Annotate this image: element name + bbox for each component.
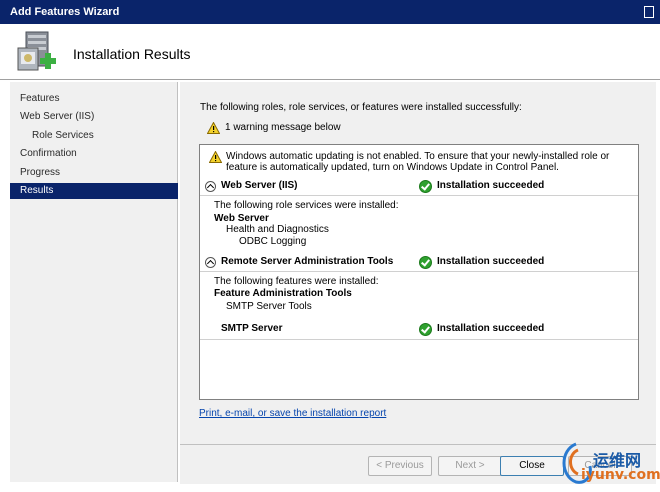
section-header-rsat[interactable]: Remote Server Administration Tools Insta… [202,255,636,271]
nav-item-features[interactable]: Features [10,91,178,107]
nav-item-results[interactable]: Results [10,183,178,199]
detail-line: Feature Administration Tools [214,288,352,299]
nav-item-confirmation[interactable]: Confirmation [10,146,178,162]
window-title: Add Features Wizard [10,6,120,18]
intro-text: The following roles, role services, or f… [200,102,522,113]
page-title: Installation Results [73,46,191,62]
results-panel: The following roles, role services, or f… [180,82,656,484]
detail-line: SMTP Server Tools [226,301,312,312]
section-title: Remote Server Administration Tools [221,256,394,267]
success-check-icon [419,323,432,336]
installation-report-link[interactable]: Print, e-mail, or save the installation … [199,408,386,419]
close-button[interactable]: Close [500,456,564,476]
detail-line: Web Server [214,213,269,224]
detail-line: ODBC Logging [239,236,307,247]
section-status: Installation succeeded [437,256,545,267]
server-add-icon [17,31,56,71]
detail-line: Health and Diagnostics [226,224,329,235]
section-body-rsat: The following features were installed: F… [200,271,638,317]
section-header-web-server[interactable]: Web Server (IIS) Installation succeeded [202,179,636,195]
windows-update-warning: Windows automatic updating is not enable… [226,151,610,173]
system-menu-icon[interactable] [644,6,654,18]
title-bar: Add Features Wizard [0,0,660,24]
section-title: Web Server (IIS) [221,180,298,191]
nav-item-web-server[interactable]: Web Server (IIS) [10,109,178,125]
wizard-header: Installation Results [0,24,660,80]
results-list[interactable]: Windows automatic updating is not enable… [199,144,639,400]
nav-item-role-services[interactable]: Role Services [10,128,178,144]
nav-item-progress[interactable]: Progress [10,165,178,181]
wizard-steps-sidebar: Features Web Server (IIS) Role Services … [10,82,178,482]
previous-button[interactable]: < Previous [368,456,432,476]
section-header-smtp[interactable]: SMTP Server Installation succeeded [202,322,636,338]
section-status: Installation succeeded [437,323,545,334]
watermark-text-url: iyunv.com [581,467,660,483]
section-title: SMTP Server [221,323,283,334]
collapse-chevron-icon[interactable] [205,257,216,268]
success-check-icon [419,256,432,269]
section-divider [200,339,638,340]
detail-line: The following role services were install… [214,200,399,211]
warning-count-text: 1 warning message below [225,122,341,133]
collapse-chevron-icon[interactable] [205,181,216,192]
warning-triangle-icon [209,151,222,163]
warning-triangle-icon [207,122,220,134]
detail-line: The following features were installed: [214,276,379,287]
section-body-web-server: The following role services were install… [200,195,638,255]
next-button[interactable]: Next > [438,456,502,476]
success-check-icon [419,180,432,193]
section-status: Installation succeeded [437,180,545,191]
